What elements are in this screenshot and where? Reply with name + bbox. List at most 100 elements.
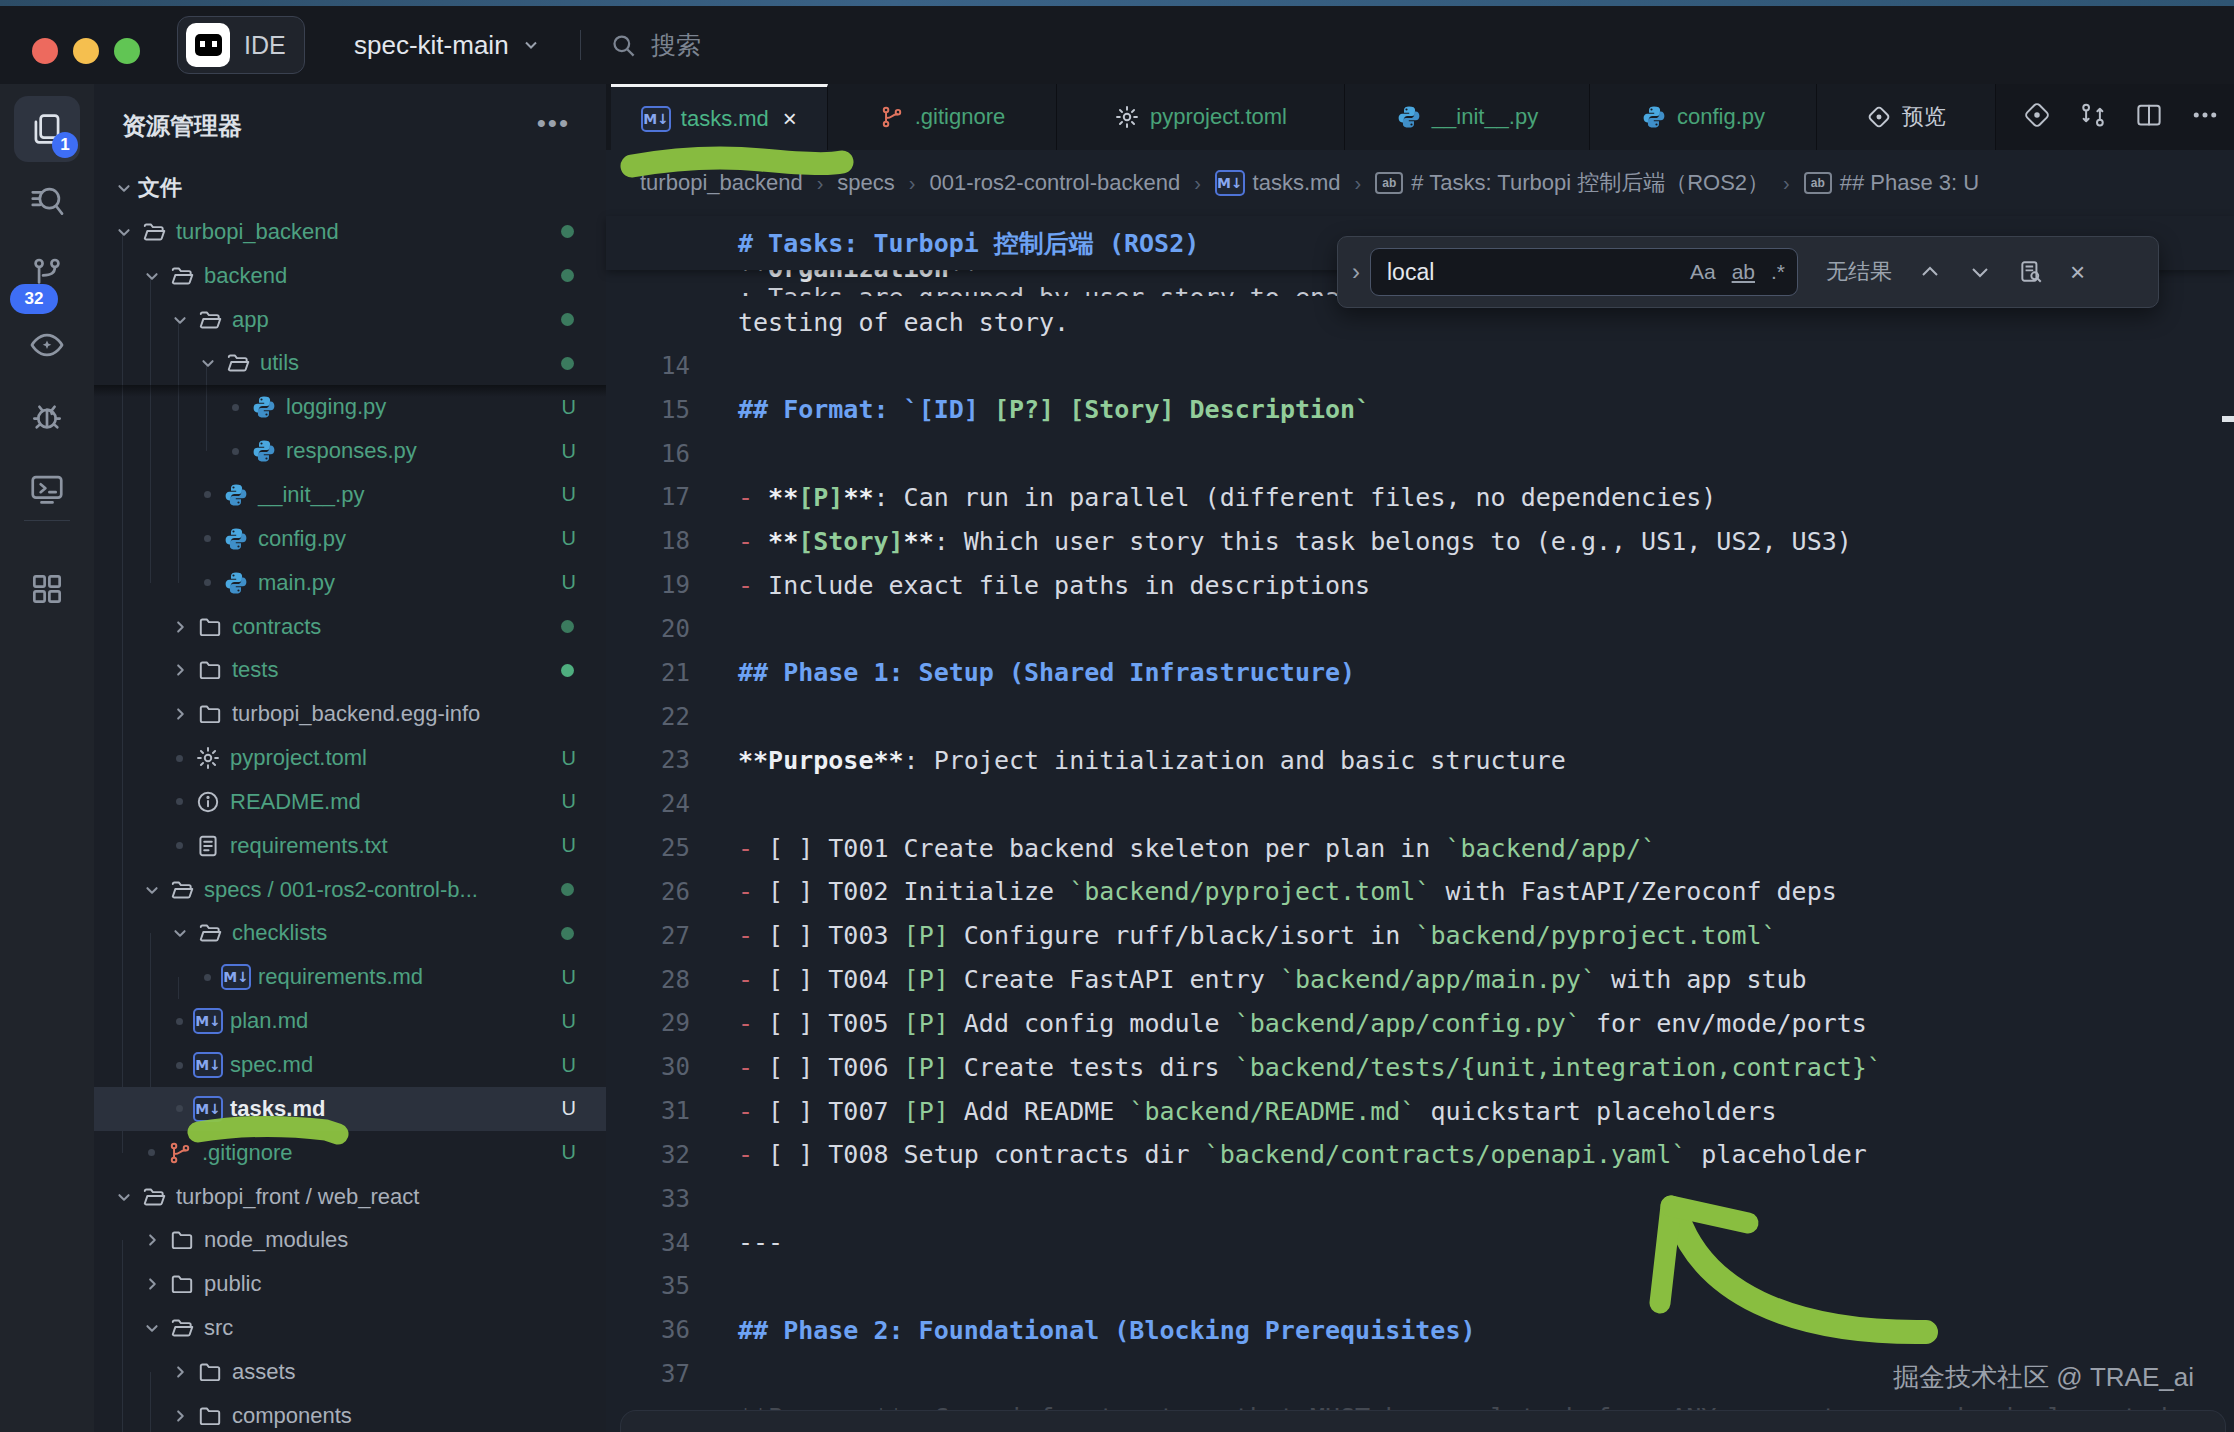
toggle-replace-chevron[interactable]: › [1352, 258, 1360, 286]
project-switcher[interactable]: spec-kit-main [354, 6, 541, 84]
close-find-button[interactable]: × [2070, 257, 2085, 288]
close-window-button[interactable] [32, 38, 58, 64]
tab-.gitignore[interactable]: .gitignore [828, 84, 1057, 150]
tree-item-turbopi_frontweb_react[interactable]: turbopi_front / web_react [94, 1175, 606, 1219]
tree-item-turbopi_backend[interactable]: turbopi_backend [94, 210, 606, 254]
tree-item-[interactable]: 文件 [94, 166, 606, 210]
more-actions-button[interactable] [2190, 100, 2220, 134]
tab-label: config.py [1677, 104, 1765, 130]
explorer-badge: 1 [52, 132, 78, 158]
chevron-right-icon [166, 658, 194, 682]
regex-button[interactable]: .* [1771, 260, 1785, 284]
breadcrumb-item[interactable]: ab# Tasks: Turbopi 控制后端（ROS2） [1375, 168, 1769, 198]
tree-item-checklists[interactable]: checklists [94, 911, 606, 955]
search-icon [610, 32, 637, 59]
find-in-selection-button[interactable] [2018, 259, 2044, 285]
global-search[interactable]: 搜索 [610, 6, 701, 84]
tree-item-label: 文件 [138, 173, 182, 203]
code-line-15: 15## Format: `[ID] [P?] [Story] Descript… [606, 388, 2234, 432]
tree-item-src[interactable]: src [94, 1306, 606, 1350]
breadcrumb-item[interactable]: 001-ros2-control-backend [930, 170, 1181, 196]
window-controls[interactable] [32, 38, 140, 64]
tab-tasks.md[interactable]: M↓tasks.md× [611, 84, 828, 150]
tree-item-requirements.txt[interactable]: requirements.txtU [94, 824, 606, 868]
git-modified-dot [561, 664, 574, 677]
activity-debug[interactable] [14, 384, 80, 450]
tree-item-app[interactable]: app [94, 298, 606, 342]
compare-changes-button[interactable] [2078, 100, 2108, 134]
maximize-window-button[interactable] [114, 38, 140, 64]
activity-source-control[interactable]: 32 [14, 240, 80, 306]
tree-item-requirements.md[interactable]: M↓requirements.mdU [94, 955, 606, 999]
breadcrumb-item[interactable]: ab## Phase 3: U [1804, 170, 1979, 196]
tree-item-assets[interactable]: assets [94, 1350, 606, 1394]
tree-item-label: requirements.txt [230, 833, 388, 859]
tree-item-README.md[interactable]: README.mdU [94, 780, 606, 824]
ide-window: IDE spec-kit-main 搜索 132 资源管理器 ••• 文件tur… [0, 0, 2234, 1432]
find-input[interactable]: local Aa ab .* [1370, 248, 1798, 296]
tree-item-public[interactable]: public [94, 1262, 606, 1306]
activity-terminal[interactable] [14, 456, 80, 522]
code-line-36: 36## Phase 2: Foundational (Blocking Pre… [606, 1308, 2234, 1352]
tree-item-.gitignore[interactable]: .gitignoreU [94, 1131, 606, 1175]
git-modified-dot [561, 927, 574, 940]
tree-item-specs001-ros2-control-b...[interactable]: specs / 001-ros2-control-b... [94, 868, 606, 912]
split-editor-button[interactable] [2134, 100, 2164, 134]
tree-item-label: assets [232, 1359, 296, 1385]
next-match-button[interactable] [1968, 260, 1992, 284]
tree-item-plan.md[interactable]: M↓plan.mdU [94, 999, 606, 1043]
activity-search[interactable] [14, 168, 80, 234]
tree-item-contracts[interactable]: contracts [94, 605, 606, 649]
app-logo-box: IDE [177, 16, 305, 74]
breadcrumb-item[interactable]: M↓tasks.md [1215, 170, 1341, 196]
search-icon [28, 182, 66, 220]
tree-item-logging.py[interactable]: logging.pyU [94, 385, 606, 429]
tree-item-tasks.md[interactable]: M↓tasks.mdU [94, 1087, 606, 1131]
minimize-window-button[interactable] [73, 38, 99, 64]
symbol-text-icon: ab [1375, 172, 1403, 194]
tree-item-pyproject.toml[interactable]: pyproject.tomlU [94, 736, 606, 780]
tab-__init__.py[interactable]: __init__.py [1345, 84, 1590, 150]
previous-match-button[interactable] [1918, 260, 1942, 284]
chevron-down-icon [197, 352, 219, 374]
code-line-19: 19- Include exact file paths in descript… [606, 563, 2234, 607]
tree-item-turbopi_backend.egg-info[interactable]: turbopi_backend.egg-info [94, 692, 606, 736]
tree-item-tests[interactable]: tests [94, 648, 606, 692]
breadcrumb-item[interactable]: specs [837, 170, 894, 196]
tree-item-components[interactable]: components [94, 1394, 606, 1432]
tree-item-node_modules[interactable]: node_modules [94, 1218, 606, 1262]
tab-pyproject.toml[interactable]: pyproject.toml [1057, 84, 1345, 150]
chevron-down-icon [169, 309, 191, 331]
tab-config.py[interactable]: config.py [1590, 84, 1817, 150]
tree-item-responses.py[interactable]: responses.pyU [94, 429, 606, 473]
close-tab-icon[interactable]: × [783, 105, 797, 133]
breadcrumb-separator: › [1355, 172, 1362, 195]
code-line-26: 26- [ ] T002 Initialize `backend/pyproje… [606, 870, 2234, 914]
tree-item-backend[interactable]: backend [94, 254, 606, 298]
whole-word-button[interactable]: ab [1732, 260, 1755, 284]
tree-item-main.py[interactable]: main.pyU [94, 561, 606, 605]
activity-explorer[interactable]: 1 [14, 96, 80, 162]
tab-预览[interactable]: 预览 [1817, 84, 1996, 150]
tree-item-__init__.py[interactable]: __init__.pyU [94, 473, 606, 517]
tree-item-label: tasks.md [230, 1096, 325, 1122]
breadcrumb-item[interactable]: turbopi_backend [640, 170, 803, 196]
folder-open-icon [169, 877, 195, 903]
python-icon [223, 482, 249, 508]
match-case-button[interactable]: Aa [1690, 260, 1716, 284]
tree-item-utils[interactable]: utils [94, 341, 606, 385]
gear-icon [195, 745, 221, 771]
python-icon [251, 438, 277, 464]
activity-extensions-grid[interactable] [14, 556, 80, 622]
git-untracked-badge: U [562, 1141, 576, 1164]
git-untracked-badge: U [562, 440, 576, 463]
tree-item-spec.md[interactable]: M↓spec.mdU [94, 1043, 606, 1087]
activity-preview-eye[interactable] [14, 312, 80, 378]
python-icon [223, 570, 249, 596]
tree-item-config.py[interactable]: config.pyU [94, 517, 606, 561]
folder-icon [169, 1227, 195, 1253]
sidebar-more-button[interactable]: ••• [537, 108, 570, 139]
preview-button[interactable] [2022, 100, 2052, 134]
editor-content[interactable]: # Tasks: Turbopi 控制后端 (ROS2)**Organizati… [606, 216, 2234, 1432]
code-line-22: 22 [606, 695, 2234, 739]
